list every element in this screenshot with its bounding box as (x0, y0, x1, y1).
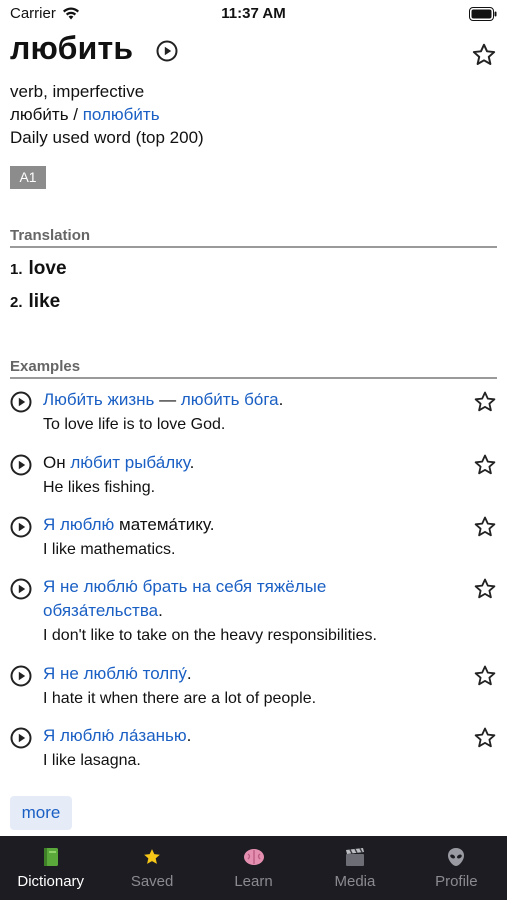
translation-number: 2. (10, 294, 23, 311)
tab-label: Dictionary (17, 873, 85, 890)
tab-saved[interactable]: Saved (101, 836, 202, 900)
battery-icon (469, 7, 497, 21)
save-example-star-icon[interactable] (473, 515, 497, 539)
word-header: любить (10, 30, 497, 74)
examples-header: Examples (10, 358, 497, 379)
play-example-icon[interactable] (10, 391, 32, 413)
example-russian: Я люблю́ матема́тику. (43, 513, 447, 537)
example-russian: Люби́ть жизнь — люби́ть бо́га. (43, 388, 447, 412)
example-text: . (186, 664, 192, 683)
tab-learn[interactable]: Learn (203, 836, 304, 900)
example-text: Он (43, 453, 71, 472)
play-example-icon[interactable] (10, 727, 32, 749)
example-russian: Я люблю́ ла́занью. (43, 724, 447, 748)
aspect-self: люби́ть (10, 105, 69, 124)
word-title: любить (10, 30, 134, 66)
more-examples-button[interactable]: more (10, 796, 72, 830)
example-word-link[interactable]: Я не люблю́ брать на себя тяжёлые обяза́… (43, 577, 326, 620)
part-of-speech: verb, imperfective (10, 82, 145, 101)
translation-text: like (28, 291, 61, 312)
example-english: I don't like to take on the heavy respon… (43, 627, 377, 644)
translation-header: Translation (10, 227, 497, 248)
play-example-icon[interactable] (10, 454, 32, 476)
example-text: матема́тику. (114, 515, 215, 534)
example-text: . (186, 726, 192, 745)
level-badge: A1 (10, 166, 46, 189)
aspect-pair-link[interactable]: полюби́ть (83, 105, 160, 124)
example-word-link[interactable]: Я люблю́ (43, 515, 114, 534)
aspect-pair-line: люби́ть / полюби́ть (10, 103, 204, 126)
example-english: To love life is to love God. (43, 416, 226, 433)
star-icon (140, 846, 164, 868)
save-word-star-icon[interactable] (471, 42, 497, 68)
example-text: . (158, 601, 163, 620)
save-example-star-icon[interactable] (473, 390, 497, 414)
play-example-icon[interactable] (10, 665, 32, 687)
word-meta: verb, imperfective люби́ть / полюби́ть D… (10, 80, 204, 149)
example-word-link[interactable]: люби́ть бо́га (181, 390, 279, 409)
example-word-link[interactable]: Люби́ть жизнь (43, 390, 154, 409)
status-bar: Carrier 11:37 AM (0, 0, 507, 28)
save-example-star-icon[interactable] (473, 453, 497, 477)
tab-label: Learn (234, 873, 273, 890)
save-example-star-icon[interactable] (473, 577, 497, 601)
translation-item: 1. love (10, 258, 67, 280)
example-word-link[interactable]: Я люблю́ ла́занью (43, 726, 187, 745)
book-icon (39, 846, 63, 868)
example-english: I hate it when there are a lot of people… (43, 690, 317, 707)
example-english: I like mathematics. (43, 541, 176, 558)
example-word-link[interactable]: Я не люблю́ толпу́ (43, 664, 187, 683)
play-example-icon[interactable] (10, 516, 32, 538)
example-text: — (154, 390, 181, 409)
example-russian: Он лю́бит рыба́лку. (43, 451, 447, 475)
translation-text: love (28, 258, 67, 279)
tab-dictionary[interactable]: Dictionary (0, 836, 101, 900)
frequency-note: Daily used word (top 200) (10, 128, 204, 147)
save-example-star-icon[interactable] (473, 726, 497, 750)
translation-number: 1. (10, 261, 23, 278)
play-audio-icon[interactable] (156, 40, 178, 62)
save-example-star-icon[interactable] (473, 664, 497, 688)
tab-label: Profile (435, 873, 478, 890)
alien-icon (444, 846, 468, 868)
tab-label: Media (334, 873, 376, 890)
example-word-link[interactable]: лю́бит рыба́лку (70, 453, 189, 472)
tab-bar: Dictionary Saved Learn Media Profile (0, 836, 507, 900)
clapper-icon (343, 846, 367, 868)
example-text: . (189, 453, 195, 472)
example-russian: Я не люблю́ толпу́. (43, 662, 447, 686)
example-russian: Я не люблю́ брать на себя тяжёлые обяза́… (43, 575, 447, 623)
play-example-icon[interactable] (10, 578, 32, 600)
tab-label: Saved (130, 873, 174, 890)
example-english: He likes fishing. (43, 479, 156, 496)
aspect-separator: / (68, 105, 83, 124)
example-text: . (278, 390, 284, 409)
example-english: I like lasagna. (43, 752, 141, 769)
brain-icon (242, 846, 266, 868)
translation-item: 2. like (10, 291, 60, 313)
status-time: 11:37 AM (221, 5, 286, 22)
tab-media[interactable]: Media (304, 836, 405, 900)
tab-profile[interactable]: Profile (406, 836, 507, 900)
